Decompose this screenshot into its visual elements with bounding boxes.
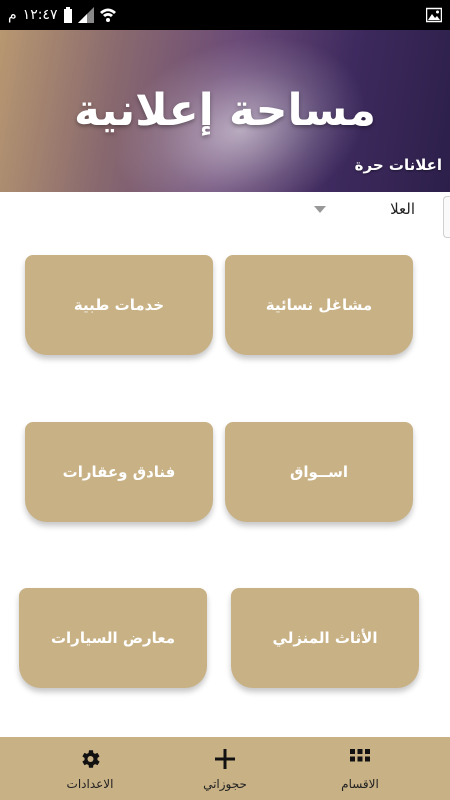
sort-dropdown[interactable]: العلا bbox=[300, 196, 435, 222]
nav-sections[interactable]: الاقسام bbox=[300, 737, 420, 800]
nav-sections-label: الاقسام bbox=[341, 776, 379, 791]
wifi-icon bbox=[100, 8, 117, 22]
category-card-markets[interactable]: اســواق bbox=[225, 422, 413, 522]
status-right bbox=[426, 7, 442, 23]
banner-title: مساحة إعلانية bbox=[74, 85, 376, 136]
status-icons bbox=[63, 7, 117, 23]
category-card-car-showrooms[interactable]: معارض السيارات bbox=[19, 588, 207, 688]
ad-banner[interactable]: مساحة إعلانية اعلانات حرة bbox=[0, 30, 450, 192]
status-bar: م ١٢:٤٧ bbox=[0, 0, 450, 30]
status-left: م ١٢:٤٧ bbox=[8, 7, 117, 23]
nav-bookings[interactable]: حجوزاتي bbox=[165, 737, 285, 800]
category-card-medical-services[interactable]: خدمات طبية bbox=[25, 255, 213, 355]
gear-icon bbox=[78, 747, 102, 771]
dropdown-arrow-icon bbox=[314, 205, 326, 213]
plus-icon bbox=[214, 747, 236, 771]
signal-icon bbox=[78, 7, 95, 23]
side-drawer-handle[interactable] bbox=[443, 196, 450, 238]
category-card-hotels-real-estate[interactable]: فنادق وعقارات bbox=[25, 422, 213, 522]
clock: ١٢:٤٧ bbox=[22, 7, 58, 23]
sort-selected-value: العلا bbox=[390, 200, 415, 218]
image-icon bbox=[426, 7, 442, 23]
banner-subtitle: اعلانات حرة bbox=[354, 156, 442, 174]
bottom-nav: الاعدادات حجوزاتي الاقسام bbox=[0, 737, 450, 800]
nav-bookings-label: حجوزاتي bbox=[203, 776, 247, 791]
category-card-womens-workshops[interactable]: مشاغل نسائية bbox=[225, 255, 413, 355]
nav-settings-label: الاعدادات bbox=[66, 776, 114, 791]
grid-icon bbox=[349, 747, 371, 771]
period-label: م bbox=[8, 7, 17, 23]
battery-icon bbox=[64, 7, 73, 23]
nav-settings[interactable]: الاعدادات bbox=[30, 737, 150, 800]
category-card-home-furniture[interactable]: الأثاث المنزلي bbox=[231, 588, 419, 688]
